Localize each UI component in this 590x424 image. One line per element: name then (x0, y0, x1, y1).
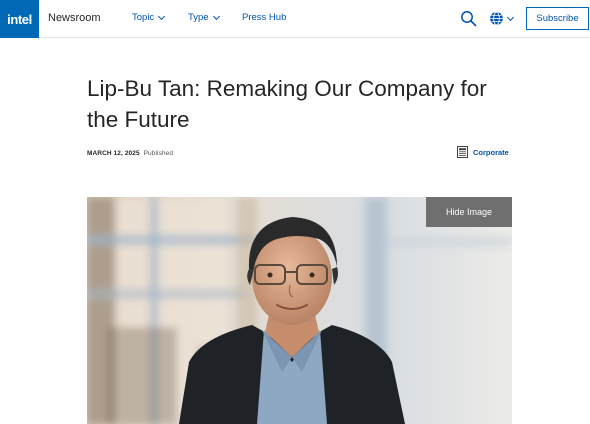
subscribe-button[interactable]: Subscribe (526, 7, 589, 30)
category-link[interactable]: Corporate (457, 146, 509, 158)
site-name[interactable]: Newsroom (48, 12, 101, 24)
nav-topic-label: Topic (132, 12, 155, 23)
publish-date: MARCH 12, 2025 (87, 150, 140, 157)
nav-type[interactable]: Type (188, 12, 220, 23)
article-meta: MARCH 12, 2025 Published (87, 150, 173, 157)
publish-status: Published (143, 150, 174, 157)
nav-topic[interactable]: Topic (132, 12, 166, 23)
article-title: Lip-Bu Tan: Remaking Our Company for the… (87, 76, 487, 132)
logo-text: intel (7, 11, 32, 27)
nav-type-label: Type (188, 12, 209, 23)
portrait-photo (87, 197, 512, 424)
chevron-down-icon (212, 12, 220, 20)
language-selector[interactable] (489, 11, 515, 26)
search-icon[interactable] (460, 10, 477, 32)
nav-press-hub-label: Press Hub (242, 12, 287, 23)
nav-press-hub[interactable]: Press Hub (242, 12, 286, 23)
hide-image-button[interactable]: Hide Image (426, 197, 512, 227)
globe-icon (490, 11, 503, 26)
intel-logo[interactable]: intel (0, 0, 39, 38)
chevron-down-icon (506, 13, 515, 21)
site-header: intel Newsroom Topic Type Press Hub Subs… (0, 0, 590, 38)
category-label: Corporate (473, 147, 509, 157)
chevron-down-icon (158, 12, 166, 20)
hero-image: Hide Image (87, 197, 512, 424)
newspaper-icon (457, 146, 468, 158)
